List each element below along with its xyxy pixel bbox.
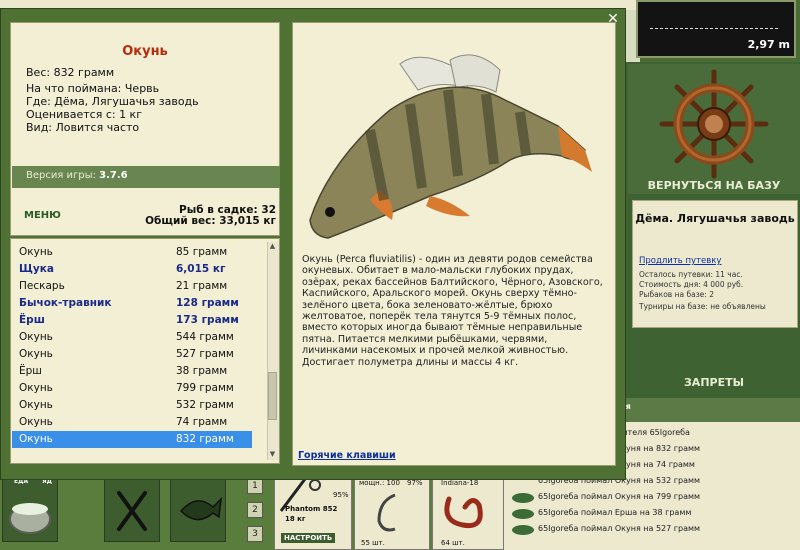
log-fish-icon (512, 525, 534, 535)
fish-cage-button[interactable] (170, 476, 226, 542)
hotkeys-link[interactable]: Горячие клавиши (298, 450, 396, 461)
fork-knife-icon (117, 491, 147, 531)
pass-time-left: Осталось путевки: 11 час. (639, 270, 743, 279)
slot-number-button[interactable]: 2 (247, 502, 263, 518)
fish-name-title: Окунь (122, 44, 168, 59)
catch-fish-name: Окунь (19, 348, 53, 360)
catch-fish-name: Окунь (19, 399, 53, 411)
hook-slot[interactable]: мощн.: 100 97% 55 шт. (354, 474, 430, 550)
version-info: Версия игры: 3.7.6 (26, 170, 128, 181)
bans-button[interactable]: ЗАПРЕТЫ (628, 372, 800, 394)
catch-row[interactable]: Окунь 74 грамм (12, 414, 252, 431)
fishers-count: Рыбаков на базе: 2 (639, 290, 714, 299)
log-fish-icon (512, 509, 534, 519)
catch-fish-name: Окунь (19, 433, 53, 445)
scroll-up-icon[interactable]: ▲ (267, 242, 278, 252)
rod-percent: 95% (333, 491, 349, 499)
catch-fish-weight: 173 грамм (176, 314, 239, 326)
catch-fish-weight: 74 грамм (176, 416, 228, 428)
catch-fish-name: Окунь (19, 246, 53, 258)
catch-fish-weight: 6,015 кг (176, 263, 226, 275)
catch-row[interactable]: Окунь 527 грамм (12, 346, 252, 363)
slot-number-button[interactable]: 1 (247, 478, 263, 494)
catch-fish-weight: 21 грамм (176, 280, 228, 292)
catch-row[interactable]: Ёрш 38 грамм (12, 363, 252, 380)
catch-fish-name: Окунь (19, 382, 53, 394)
version-value: 3.7.6 (99, 170, 128, 181)
fish-value: Оценивается с: 1 кг (26, 108, 142, 121)
return-to-base-button[interactable]: ВЕРНУТЬСЯ НА БАЗУ (628, 176, 800, 196)
catch-fish-weight: 544 грамм (176, 331, 234, 343)
reel-power: мощн.: 100 (359, 479, 400, 487)
catch-fish-name: Бычок-травник (19, 297, 112, 309)
base-location-title: Дёма. Лягушачья заводь (635, 212, 795, 225)
hook-icon (377, 493, 396, 532)
depth-contour (650, 8, 778, 29)
catch-row[interactable]: Окунь 85 грамм (12, 244, 252, 261)
fish-description: Окунь (Perca fluviatilis) - один из девя… (302, 254, 603, 368)
setup-button[interactable]: НАСТРОИТЬ (281, 533, 336, 543)
fish-weight: Вес: 832 грамм (26, 66, 115, 79)
catch-fish-name: Пескарь (19, 280, 65, 292)
catch-fish-weight: 38 грамм (176, 365, 228, 377)
fish-place: Где: Дёма, Лягушачья заводь (26, 95, 199, 108)
ship-wheel-icon[interactable] (628, 64, 800, 184)
cooking-button[interactable] (104, 476, 160, 542)
line-name: Indiana-18 (441, 479, 479, 487)
catch-fish-weight: 85 грамм (176, 246, 228, 258)
fish-icon (179, 496, 222, 521)
cauldron-icon (9, 503, 51, 534)
menu-button[interactable]: МЕНЮ (24, 210, 61, 221)
log-line: 65Igoreба поймал Окуня на 527 грамм (538, 524, 701, 533)
catch-fish-name: Ёрш (19, 365, 42, 377)
fish-type: Вид: Ловится часто (26, 121, 140, 134)
catch-row[interactable]: Окунь 544 грамм (12, 329, 252, 346)
bait-count: 64 шт. (441, 539, 465, 547)
catch-row[interactable]: Пескарь 21 грамм (12, 278, 252, 295)
log-fish-icon (512, 493, 534, 503)
perch-image (309, 54, 592, 239)
catch-fish-weight: 532 грамм (176, 399, 234, 411)
catch-row[interactable]: Окунь 532 грамм (12, 397, 252, 414)
log-line: 65Igoreба поймал Ерша на 38 грамм (538, 508, 692, 517)
rod-name: Phantom 852 (285, 505, 338, 513)
day-cost: Стоимость дня: 4 000 руб. (639, 280, 744, 289)
reel-percent: 97% (407, 479, 423, 487)
depth-readout: 2,97 m (747, 38, 790, 51)
rod-weight: 18 кг (285, 515, 306, 523)
catch-list-scrollbar[interactable] (267, 242, 279, 460)
slot-number-button[interactable]: 3 (247, 526, 263, 542)
catch-fish-weight: 128 грамм (176, 297, 239, 309)
catch-row[interactable]: Окунь 832 грамм (12, 431, 252, 448)
catch-row[interactable]: Щука 6,015 кг (12, 261, 252, 278)
extend-pass-link[interactable]: Продлить путевку (639, 256, 721, 266)
scroll-thumb[interactable] (268, 372, 277, 420)
catch-fish-name: Ёрш (19, 314, 45, 326)
log-header (610, 398, 800, 422)
catch-row[interactable]: Бычок-травник 128 грамм (12, 295, 252, 312)
version-label: Версия игры: (26, 170, 100, 181)
bait-slot[interactable]: Indiana-18 64 шт. (432, 474, 504, 550)
catch-row[interactable]: Ёрш 173 грамм (12, 312, 252, 329)
catch-fish-name: Окунь (19, 416, 53, 428)
catch-fish-weight: 832 грамм (176, 433, 234, 445)
tournaments-info: Турниры на базе: не объявлены (639, 302, 766, 311)
worm-icon (444, 496, 483, 529)
food-pot-button[interactable] (2, 476, 58, 542)
scroll-down-icon[interactable]: ▼ (267, 450, 278, 460)
catch-fish-weight: 799 грамм (176, 382, 234, 394)
cage-total-weight: Общий вес: 33,015 кг (145, 215, 276, 227)
rod-slot[interactable]: 95% Phantom 852 18 кг НАСТРОИТЬ (274, 474, 352, 550)
catch-fish-name: Окунь (19, 331, 53, 343)
catch-row[interactable]: Окунь 799 грамм (12, 380, 252, 397)
catch-fish-weight: 527 грамм (176, 348, 234, 360)
fish-bait: На что поймана: Червь (26, 82, 160, 95)
ship-wheel-panel (628, 64, 800, 194)
log-line: 65Igoreба поймал Окуня на 799 грамм (538, 492, 701, 501)
catch-fish-name: Щука (19, 263, 54, 275)
hook-count: 55 шт. (361, 539, 385, 547)
